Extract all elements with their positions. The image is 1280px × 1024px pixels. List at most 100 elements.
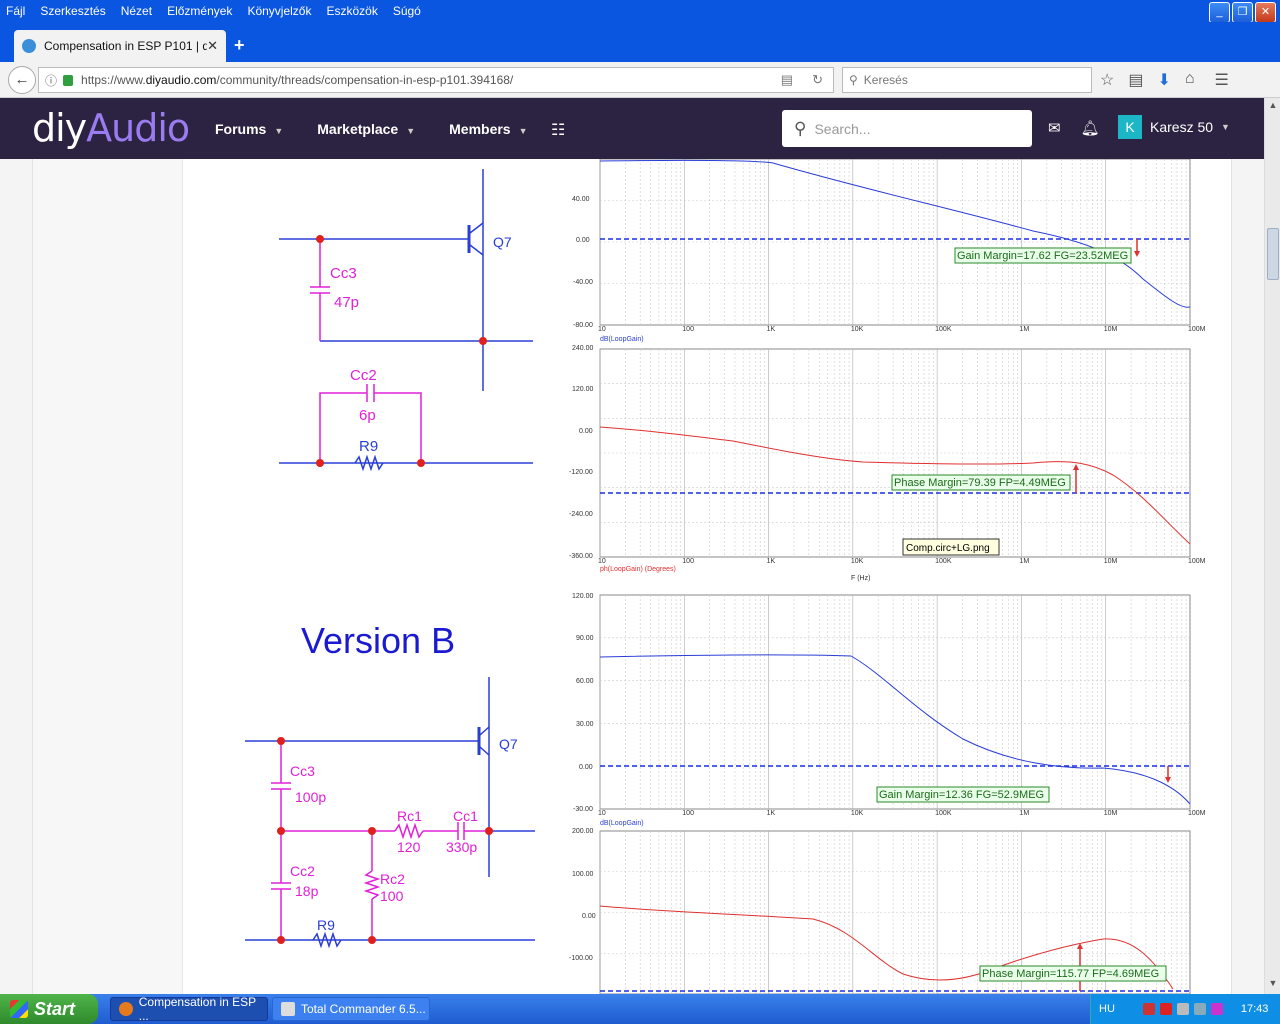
x-tick-label: 10M	[1104, 326, 1118, 333]
tray-icons	[1142, 1003, 1223, 1015]
x-tick-label: 10K	[851, 810, 864, 817]
navigation-toolbar: ← ⓘ https://www.diyaudio.com/community/t…	[0, 62, 1280, 98]
search-icon: ⚲	[794, 118, 807, 138]
r9-label-a: R9	[359, 438, 378, 455]
scrollbar-thumb[interactable]	[1267, 228, 1279, 280]
scroll-down-icon[interactable]: ▼	[1266, 978, 1280, 992]
browser-search-placeholder: Keresés	[863, 73, 908, 87]
x-tick-label: 1K	[767, 558, 776, 565]
antivirus-icon[interactable]	[1159, 1003, 1172, 1015]
chevron-down-icon: ▼	[406, 126, 416, 136]
x-tick-label: 10K	[851, 558, 864, 565]
user-menu[interactable]: K Karesz 50 ▼	[1118, 115, 1230, 139]
rc1-value: 120	[397, 839, 421, 855]
plot-a-gain-xticks: 10 100 1K 10K 100K 1M 10M 100M	[598, 326, 1206, 333]
menu-history[interactable]: Előzmények	[167, 4, 232, 18]
task-total-commander[interactable]: Total Commander 6.5...	[272, 997, 430, 1021]
a-phase-xlabel: F (Hz)	[851, 575, 870, 582]
nav-forums[interactable]: Forums ▼	[215, 121, 283, 137]
start-button[interactable]: Start	[0, 994, 98, 1024]
b-gain-ytick-5: -30.00	[573, 806, 593, 813]
tab-bar: Compensation in ESP P101 | d... ✕ +	[0, 22, 1280, 62]
clock: 17:43	[1240, 1003, 1269, 1015]
b-phase-ytick-3: -100.00	[569, 955, 593, 962]
cc2-value-a: 6p	[359, 407, 376, 424]
network-icon[interactable]	[1193, 1003, 1206, 1015]
rc1-label: Rc1	[397, 808, 422, 824]
mail-icon[interactable]: ✉	[1048, 119, 1061, 137]
bookmarks-list-icon[interactable]: ▤	[1128, 70, 1143, 90]
download-icon[interactable]: ⬇	[1157, 70, 1170, 90]
browser-tab[interactable]: Compensation in ESP P101 | d... ✕	[14, 30, 226, 62]
task-total-commander-label: Total Commander 6.5...	[301, 1002, 426, 1016]
a-phase-ytick-4: -240.00	[569, 511, 593, 518]
info-icon[interactable]: ⓘ	[45, 72, 57, 89]
site-logo[interactable]: diyAudio	[32, 106, 190, 150]
bookmark-star-icon[interactable]: ☆	[1100, 70, 1114, 90]
thread-content: Q7 Cc3 47p Cc2 6p R9 Version B Q7 Cc3 10…	[0, 159, 1264, 994]
menu-file[interactable]: Fájl	[6, 4, 25, 18]
b-phase-ytick-0: 200.00	[572, 828, 594, 835]
plot-b-gain-annotation: Gain Margin=12.36 FG=52.9MEG	[879, 789, 1044, 801]
start-label: Start	[34, 998, 76, 1019]
version-b-title: Version B	[301, 620, 455, 661]
back-button[interactable]: ←	[8, 66, 36, 94]
cc1-value: 330p	[446, 839, 477, 855]
x-tick-label: 100K	[935, 326, 952, 333]
menu-edit[interactable]: Szerkesztés	[40, 4, 105, 18]
reload-icon[interactable]: ↻	[812, 72, 823, 88]
plot-b-gain-xticks: 10 100 1K 10K 100K 1M 10M 100M	[598, 810, 1206, 817]
schematic-b: Version B Q7 Cc3 100p Cc2 18p Rc1 120 Cc…	[245, 620, 535, 949]
scroll-up-icon[interactable]: ▲	[1266, 100, 1280, 114]
cc2-label-b: Cc2	[290, 863, 315, 879]
search-icon: ⚲	[849, 73, 858, 87]
plot-a-phase-xticks: 10 100 1K 10K 100K 1M 10M 100M	[598, 558, 1206, 565]
a-gain-ytick-0: 40.00	[572, 196, 590, 203]
attached-image[interactable]: Q7 Cc3 47p Cc2 6p R9 Version B Q7 Cc3 10…	[33, 159, 1233, 994]
cc2-label-a: Cc2	[350, 367, 377, 384]
x-tick-label: 10K	[851, 326, 864, 333]
b-gain-ytick-4: 0.00	[579, 764, 593, 771]
bluetooth-icon[interactable]	[1210, 1003, 1223, 1015]
a-phase-ylabel: ph(LoopGain) (Degrees)	[600, 566, 676, 573]
a-phase-ytick-2: 0.00	[579, 428, 593, 435]
system-tray: HU 17:43	[1090, 994, 1280, 1024]
browser-search-input[interactable]: ⚲ Keresés	[842, 67, 1092, 93]
cc3-value-a: 47p	[334, 294, 359, 311]
x-tick-label: 1K	[767, 810, 776, 817]
site-search-input[interactable]: ⚲ Search...	[782, 110, 1032, 147]
menu-bookmarks[interactable]: Könyvjelzők	[247, 4, 311, 18]
rc2-label: Rc2	[380, 871, 405, 887]
language-indicator[interactable]: HU	[1099, 1003, 1115, 1015]
home-icon[interactable]: ⌂	[1185, 70, 1195, 90]
close-tab-icon[interactable]: ✕	[207, 38, 218, 54]
reader-view-icon[interactable]: ▤	[781, 72, 793, 88]
a-phase-ytick-3: -120.00	[569, 469, 593, 476]
menu-tools[interactable]: Eszközök	[326, 4, 377, 18]
address-bar[interactable]: ⓘ https://www.diyaudio.com/community/thr…	[38, 67, 834, 93]
nav-members[interactable]: Members ▼	[449, 121, 527, 137]
minimize-button[interactable]: _	[1209, 2, 1230, 23]
menu-help[interactable]: Súgó	[393, 4, 421, 18]
schematic-a: Q7 Cc3 47p Cc2 6p R9	[279, 169, 533, 472]
close-window-button[interactable]: ✕	[1255, 2, 1276, 23]
page-scrollbar[interactable]: ▲ ▼	[1264, 98, 1280, 994]
bell-icon[interactable]: 🔔︎	[1081, 119, 1100, 137]
new-tab-button[interactable]: +	[234, 35, 245, 56]
user-name: Karesz 50	[1150, 119, 1214, 135]
nav-marketplace[interactable]: Marketplace ▼	[317, 121, 415, 137]
security-icon[interactable]	[1142, 1003, 1155, 1015]
windows-taskbar: Start Compensation in ESP ... Total Comm…	[0, 994, 1280, 1024]
chevron-down-icon: ▼	[1221, 122, 1230, 132]
header-icons: ✉ 🔔︎	[1048, 119, 1100, 137]
site-nav: Forums ▼ Marketplace ▼ Members ▼	[215, 121, 528, 137]
task-firefox[interactable]: Compensation in ESP ...	[110, 995, 268, 1023]
maximize-button[interactable]: ❐	[1232, 2, 1253, 23]
list-icon[interactable]: ☷	[551, 120, 565, 140]
x-tick-label: 100	[682, 558, 694, 565]
menu-view[interactable]: Nézet	[121, 4, 152, 18]
menu-hamburger-icon[interactable]: ☰	[1215, 70, 1229, 90]
windows-logo-icon	[10, 1000, 28, 1018]
lock-icon	[63, 74, 74, 86]
volume-icon[interactable]	[1176, 1003, 1189, 1015]
